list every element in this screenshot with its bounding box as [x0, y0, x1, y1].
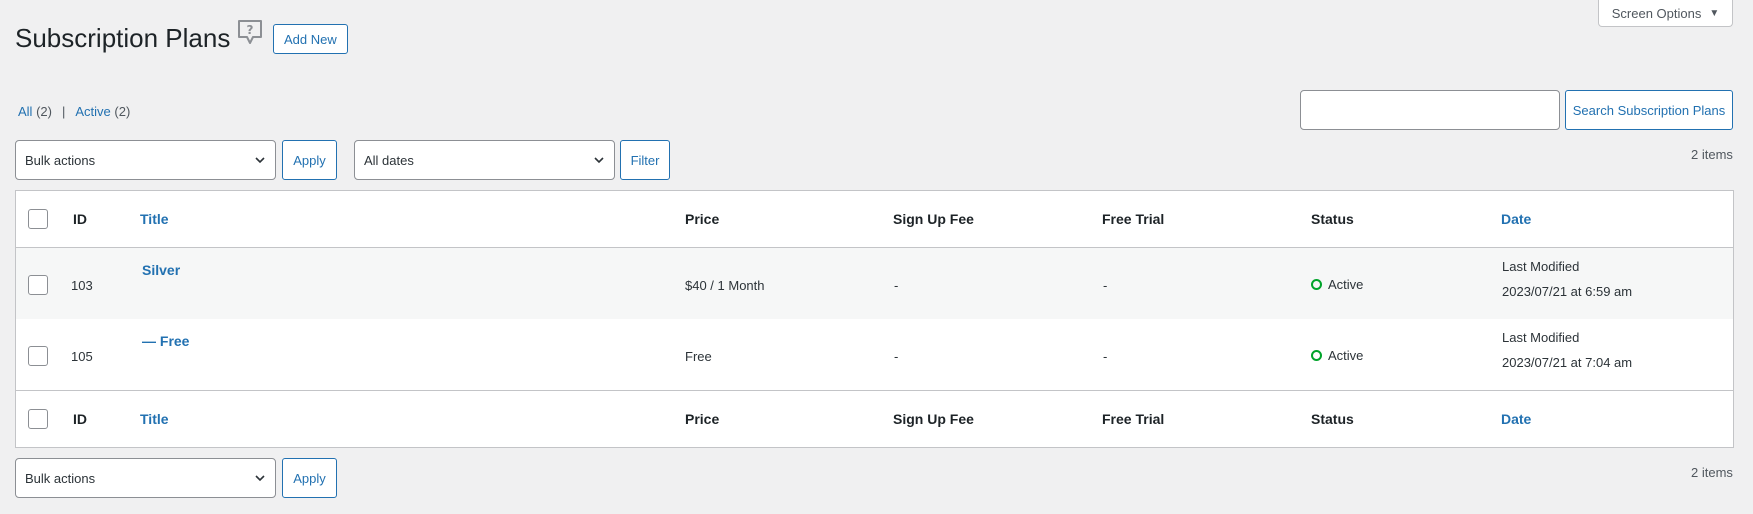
- column-footer-title[interactable]: Title: [140, 411, 169, 427]
- row-price: $40 / 1 Month: [685, 278, 765, 293]
- table-row: 103 Silver $40 / 1 Month - - Active Last…: [16, 248, 1733, 319]
- column-header-title[interactable]: Title: [140, 211, 169, 227]
- svg-text:?: ?: [247, 23, 254, 37]
- filter-button[interactable]: Filter: [620, 140, 670, 180]
- column-footer-date[interactable]: Date: [1501, 411, 1531, 427]
- row-free-trial: -: [1103, 278, 1108, 293]
- table-row: 105 — Free Free - - Active Last Modified…: [16, 319, 1733, 390]
- dates-value: All dates: [364, 152, 414, 168]
- bulk-actions-value: Bulk actions: [25, 152, 96, 168]
- help-bubble-icon[interactable]: ?: [236, 18, 264, 48]
- page-title: Subscription Plans: [15, 23, 231, 53]
- view-all[interactable]: All (2): [18, 104, 52, 119]
- view-active[interactable]: Active (2): [75, 104, 130, 119]
- bulk-actions-value: Bulk actions: [25, 470, 96, 486]
- items-count-top: 2 items: [1691, 147, 1733, 162]
- bulk-actions-select-top[interactable]: Bulk actions: [15, 140, 276, 180]
- status-badge: Active: [1311, 277, 1363, 292]
- status-badge: Active: [1311, 348, 1363, 363]
- screen-options-label: Screen Options: [1611, 5, 1702, 21]
- column-header-status: Status: [1311, 211, 1354, 227]
- row-date: Last Modified 2023/07/21 at 6:59 am: [1502, 254, 1632, 304]
- caret-down-icon: ▼: [1709, 7, 1720, 19]
- bulk-actions-select-bottom[interactable]: Bulk actions: [15, 458, 276, 498]
- date-value: 2023/07/21 at 7:04 am: [1502, 355, 1633, 370]
- column-footer-status: Status: [1311, 411, 1354, 427]
- column-header-price: Price: [685, 211, 720, 227]
- select-all-checkbox[interactable]: [28, 209, 48, 229]
- select-all-checkbox-footer[interactable]: [28, 409, 48, 429]
- column-footer-id: ID: [73, 411, 87, 427]
- chevron-down-icon: [255, 157, 265, 164]
- status-active-icon: [1311, 279, 1322, 290]
- row-signup-fee: -: [894, 349, 899, 364]
- row-id: 105: [71, 349, 93, 364]
- dates-filter-select[interactable]: All dates: [354, 140, 615, 180]
- search-button[interactable]: Search Subscription Plans: [1565, 90, 1733, 130]
- row-checkbox[interactable]: [28, 346, 48, 366]
- date-value: 2023/07/21 at 6:59 am: [1502, 284, 1633, 299]
- row-title-link[interactable]: Silver: [142, 262, 180, 278]
- apply-button-bottom[interactable]: Apply: [282, 458, 337, 498]
- row-date: Last Modified 2023/07/21 at 7:04 am: [1502, 325, 1632, 375]
- view-separator: |: [61, 104, 66, 119]
- row-signup-fee: -: [894, 278, 899, 293]
- apply-button-top[interactable]: Apply: [282, 140, 337, 180]
- view-all-link[interactable]: All: [18, 104, 32, 119]
- view-active-link[interactable]: Active: [75, 104, 110, 119]
- column-footer-price: Price: [685, 411, 720, 427]
- status-text: Active: [1328, 348, 1364, 363]
- view-active-count: (2): [114, 104, 131, 119]
- row-title-link[interactable]: — Free: [142, 333, 189, 349]
- chevron-down-icon: [255, 475, 265, 482]
- add-new-button[interactable]: Add New: [273, 24, 348, 54]
- column-header-id: ID: [73, 211, 87, 227]
- search-input[interactable]: [1300, 90, 1560, 130]
- status-active-icon: [1311, 350, 1322, 361]
- column-header-free-trial: Free Trial: [1102, 211, 1165, 227]
- chevron-down-icon: [594, 157, 604, 164]
- row-price: Free: [685, 349, 712, 364]
- date-label: Last Modified: [1502, 330, 1580, 345]
- column-header-date[interactable]: Date: [1501, 211, 1531, 227]
- screen-options-button[interactable]: Screen Options ▼: [1598, 0, 1733, 27]
- column-footer-signup-fee: Sign Up Fee: [893, 411, 974, 427]
- table-header-row: ID Title Price Sign Up Fee Free Trial St…: [16, 191, 1733, 248]
- row-checkbox[interactable]: [28, 275, 48, 295]
- view-filters: All (2) | Active (2): [18, 104, 130, 119]
- status-text: Active: [1328, 277, 1364, 292]
- view-all-count: (2): [36, 104, 52, 119]
- date-label: Last Modified: [1502, 259, 1580, 274]
- row-id: 103: [71, 278, 93, 293]
- column-footer-free-trial: Free Trial: [1102, 411, 1165, 427]
- column-header-signup-fee: Sign Up Fee: [893, 211, 974, 227]
- table-footer-row: ID Title Price Sign Up Fee Free Trial St…: [16, 390, 1733, 448]
- row-free-trial: -: [1103, 349, 1108, 364]
- subscription-plans-table: ID Title Price Sign Up Fee Free Trial St…: [15, 190, 1734, 448]
- items-count-bottom: 2 items: [1691, 465, 1733, 480]
